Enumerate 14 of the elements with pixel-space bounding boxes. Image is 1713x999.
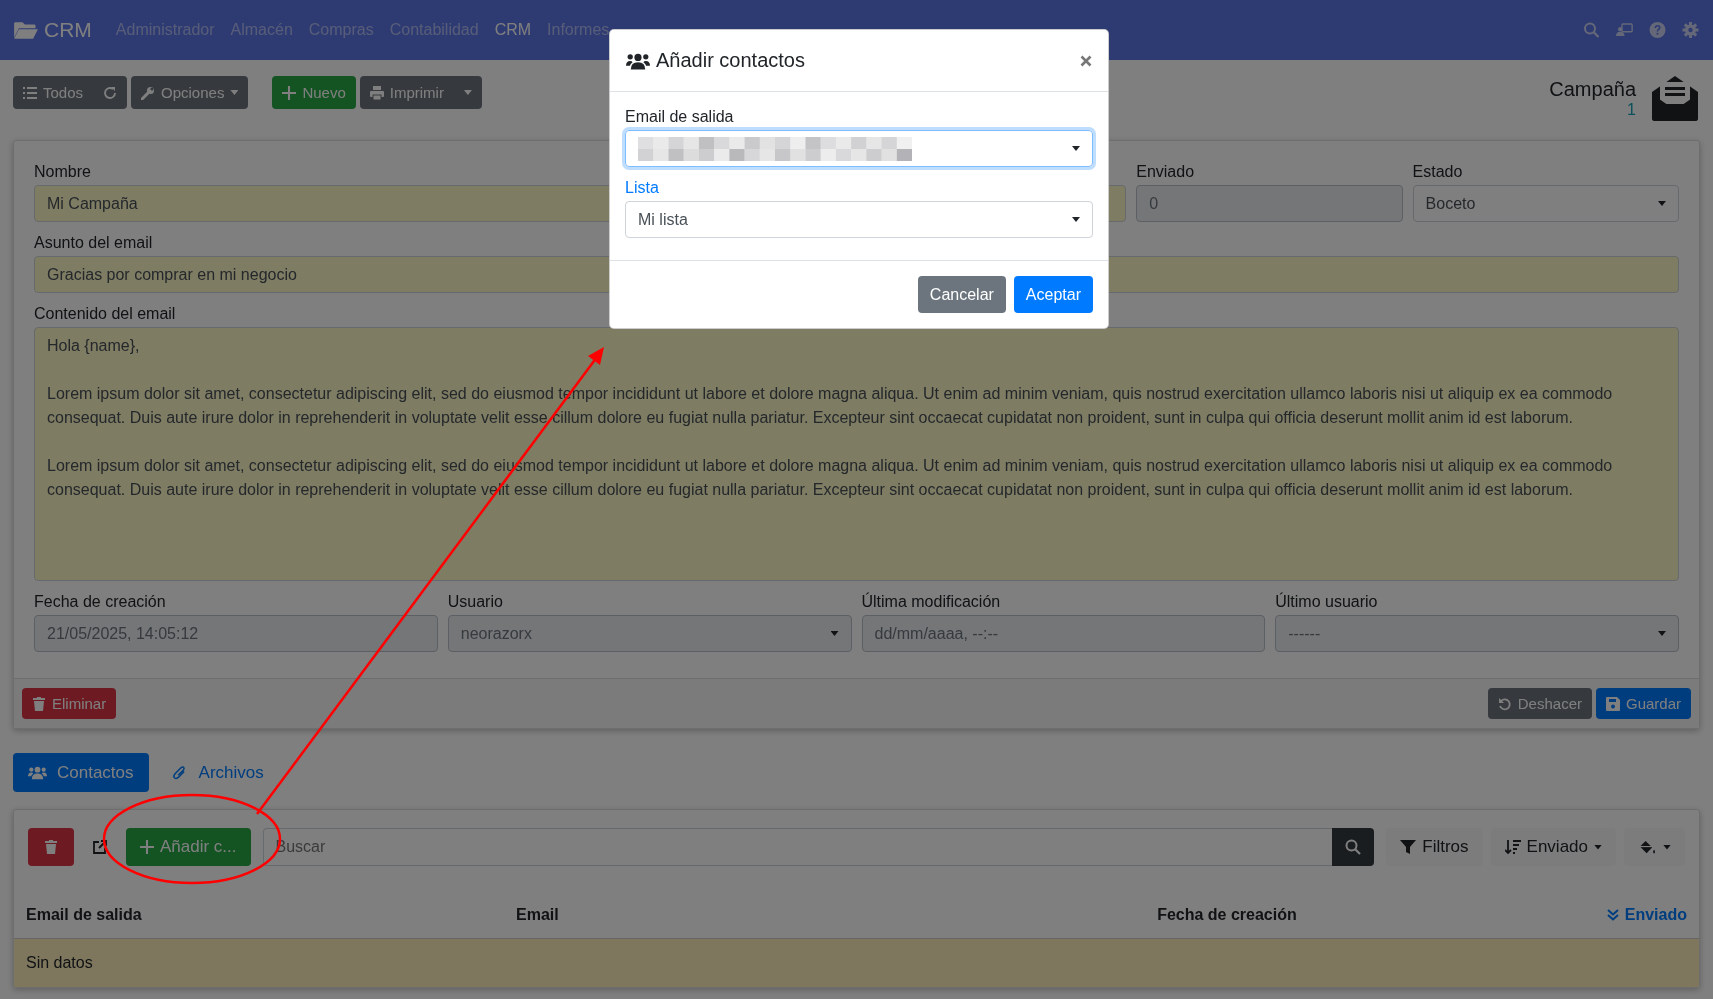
field-label: Contenido del email — [34, 305, 177, 323]
page-title: Campaña — [1549, 77, 1636, 101]
field-label: Usuario — [447, 593, 504, 611]
field-label: Email de salida — [625, 108, 735, 126]
field-label: Estado — [1412, 163, 1464, 181]
field-label: Asunto del email — [34, 234, 154, 252]
field-label: Última modificación — [861, 593, 1002, 611]
record-count: 1 — [1627, 100, 1636, 119]
field-label: Enviado — [1136, 163, 1196, 181]
field-label: Último usuario — [1275, 593, 1379, 611]
modal-title: Añadir contactos — [656, 49, 805, 72]
field-label: Nombre — [34, 163, 92, 181]
field-label: Fecha de creación — [34, 593, 167, 611]
empty-message: Sin datos — [26, 954, 93, 971]
